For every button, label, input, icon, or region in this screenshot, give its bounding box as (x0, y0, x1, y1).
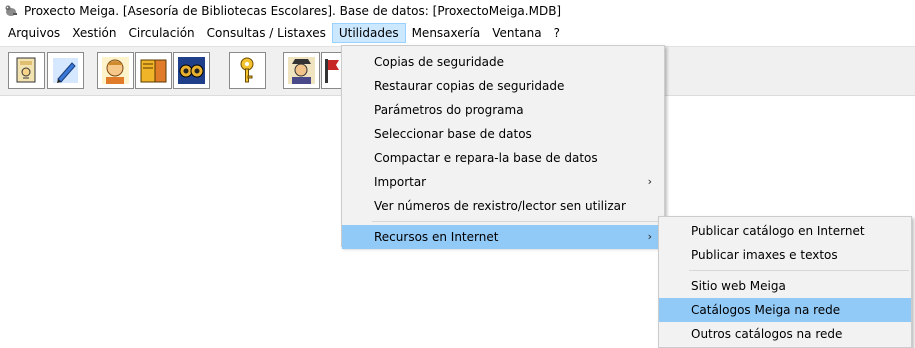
menu-item-label: Recursos en Internet (374, 230, 499, 244)
menu-item-label: Copias de seguridade (374, 55, 505, 69)
menu-item-label: Seleccionar base de datos (374, 127, 532, 141)
menu-item-compactar-reparar[interactable]: Compactar e repara-la base de datos (342, 146, 664, 170)
menu-item-outros-catalogos[interactable]: Outros catálogos na rede (659, 322, 911, 346)
menu-utilidades[interactable]: Utilidades (331, 23, 406, 43)
menu-item-copias-seguridade[interactable]: Copias de seguridade (342, 50, 664, 74)
reader-button[interactable] (97, 52, 134, 89)
key-button[interactable] (229, 52, 266, 89)
menu-item-ver-numeros[interactable]: Ver números de rexistro/lector sen utili… (342, 194, 664, 218)
menu-item-catalogos-meiga[interactable]: Catálogos Meiga na rede (659, 298, 911, 322)
menu-item-label: Outros catálogos na rede (691, 327, 843, 341)
menu-consultas-listaxes[interactable]: Consultas / Listaxes (201, 23, 332, 43)
menu-item-label: Compactar e repara-la base de datos (374, 151, 598, 165)
menu-bar: Arquivos Xestión Circulación Consultas /… (0, 22, 915, 44)
book-page-button[interactable] (8, 52, 45, 89)
menu-mensaxeria[interactable]: Mensaxería (406, 23, 487, 43)
chevron-right-icon: › (647, 230, 652, 243)
menu-ventana[interactable]: Ventana (486, 23, 547, 43)
search-person-button[interactable] (283, 52, 320, 89)
menu-item-label: Sitio web Meiga (691, 279, 786, 293)
menu-item-label: Publicar imaxes e textos (691, 248, 838, 262)
menu-item-sitio-web-meiga[interactable]: Sitio web Meiga (659, 274, 911, 298)
utilidades-menu: Copias de seguridade Restaurar copias de… (341, 45, 665, 249)
menu-item-recursos-internet[interactable]: Recursos en Internet › (342, 225, 664, 249)
menu-separator (342, 218, 664, 225)
menu-item-parametros-programa[interactable]: Parámetros do programa (342, 98, 664, 122)
books-stack-icon (140, 59, 167, 83)
menu-item-importar[interactable]: Importar › (342, 170, 664, 194)
binoculars-button[interactable] (173, 52, 210, 89)
menu-item-publicar-imaxes[interactable]: Publicar imaxes e textos (659, 243, 911, 267)
menu-item-publicar-catalogo[interactable]: Publicar catálogo en Internet (659, 219, 911, 243)
menu-item-restaurar-copias[interactable]: Restaurar copias de seguridade (342, 74, 664, 98)
pencil-edit-icon (53, 58, 78, 83)
menu-item-seleccionar-base[interactable]: Seleccionar base de datos (342, 122, 664, 146)
menu-item-label: Catálogos Meiga na rede (691, 303, 841, 317)
flag-button[interactable] (321, 52, 343, 89)
title-bar: Proxecto Meiga. [Asesoría de Bibliotecas… (0, 0, 915, 22)
book-page-icon (16, 57, 36, 83)
binoculars-icon (178, 57, 205, 84)
window-title: Proxecto Meiga. [Asesoría de Bibliotecas… (24, 4, 562, 18)
edit-button[interactable] (47, 52, 84, 89)
flag-icon (325, 59, 339, 83)
menu-item-label: Ver números de rexistro/lector sen utili… (374, 199, 626, 213)
menu-item-label: Parámetros do programa (374, 103, 524, 117)
dog-app-icon (5, 5, 17, 16)
reader-person-icon (102, 57, 129, 84)
menu-circulacion[interactable]: Circulación (123, 23, 201, 43)
books-button[interactable] (135, 52, 172, 89)
menu-arquivos[interactable]: Arquivos (2, 23, 66, 43)
menu-help[interactable]: ? (548, 23, 566, 43)
menu-separator (659, 267, 911, 274)
person-magnifier-icon (288, 57, 315, 84)
menu-item-label: Importar (374, 175, 427, 189)
key-icon (240, 57, 254, 83)
menu-item-label: Restaurar copias de seguridade (374, 79, 565, 93)
menu-item-label: Publicar catálogo en Internet (691, 224, 865, 238)
chevron-right-icon: › (647, 175, 652, 188)
menu-xestion[interactable]: Xestión (66, 23, 122, 43)
recursos-internet-submenu: Publicar catálogo en Internet Publicar i… (658, 216, 912, 348)
